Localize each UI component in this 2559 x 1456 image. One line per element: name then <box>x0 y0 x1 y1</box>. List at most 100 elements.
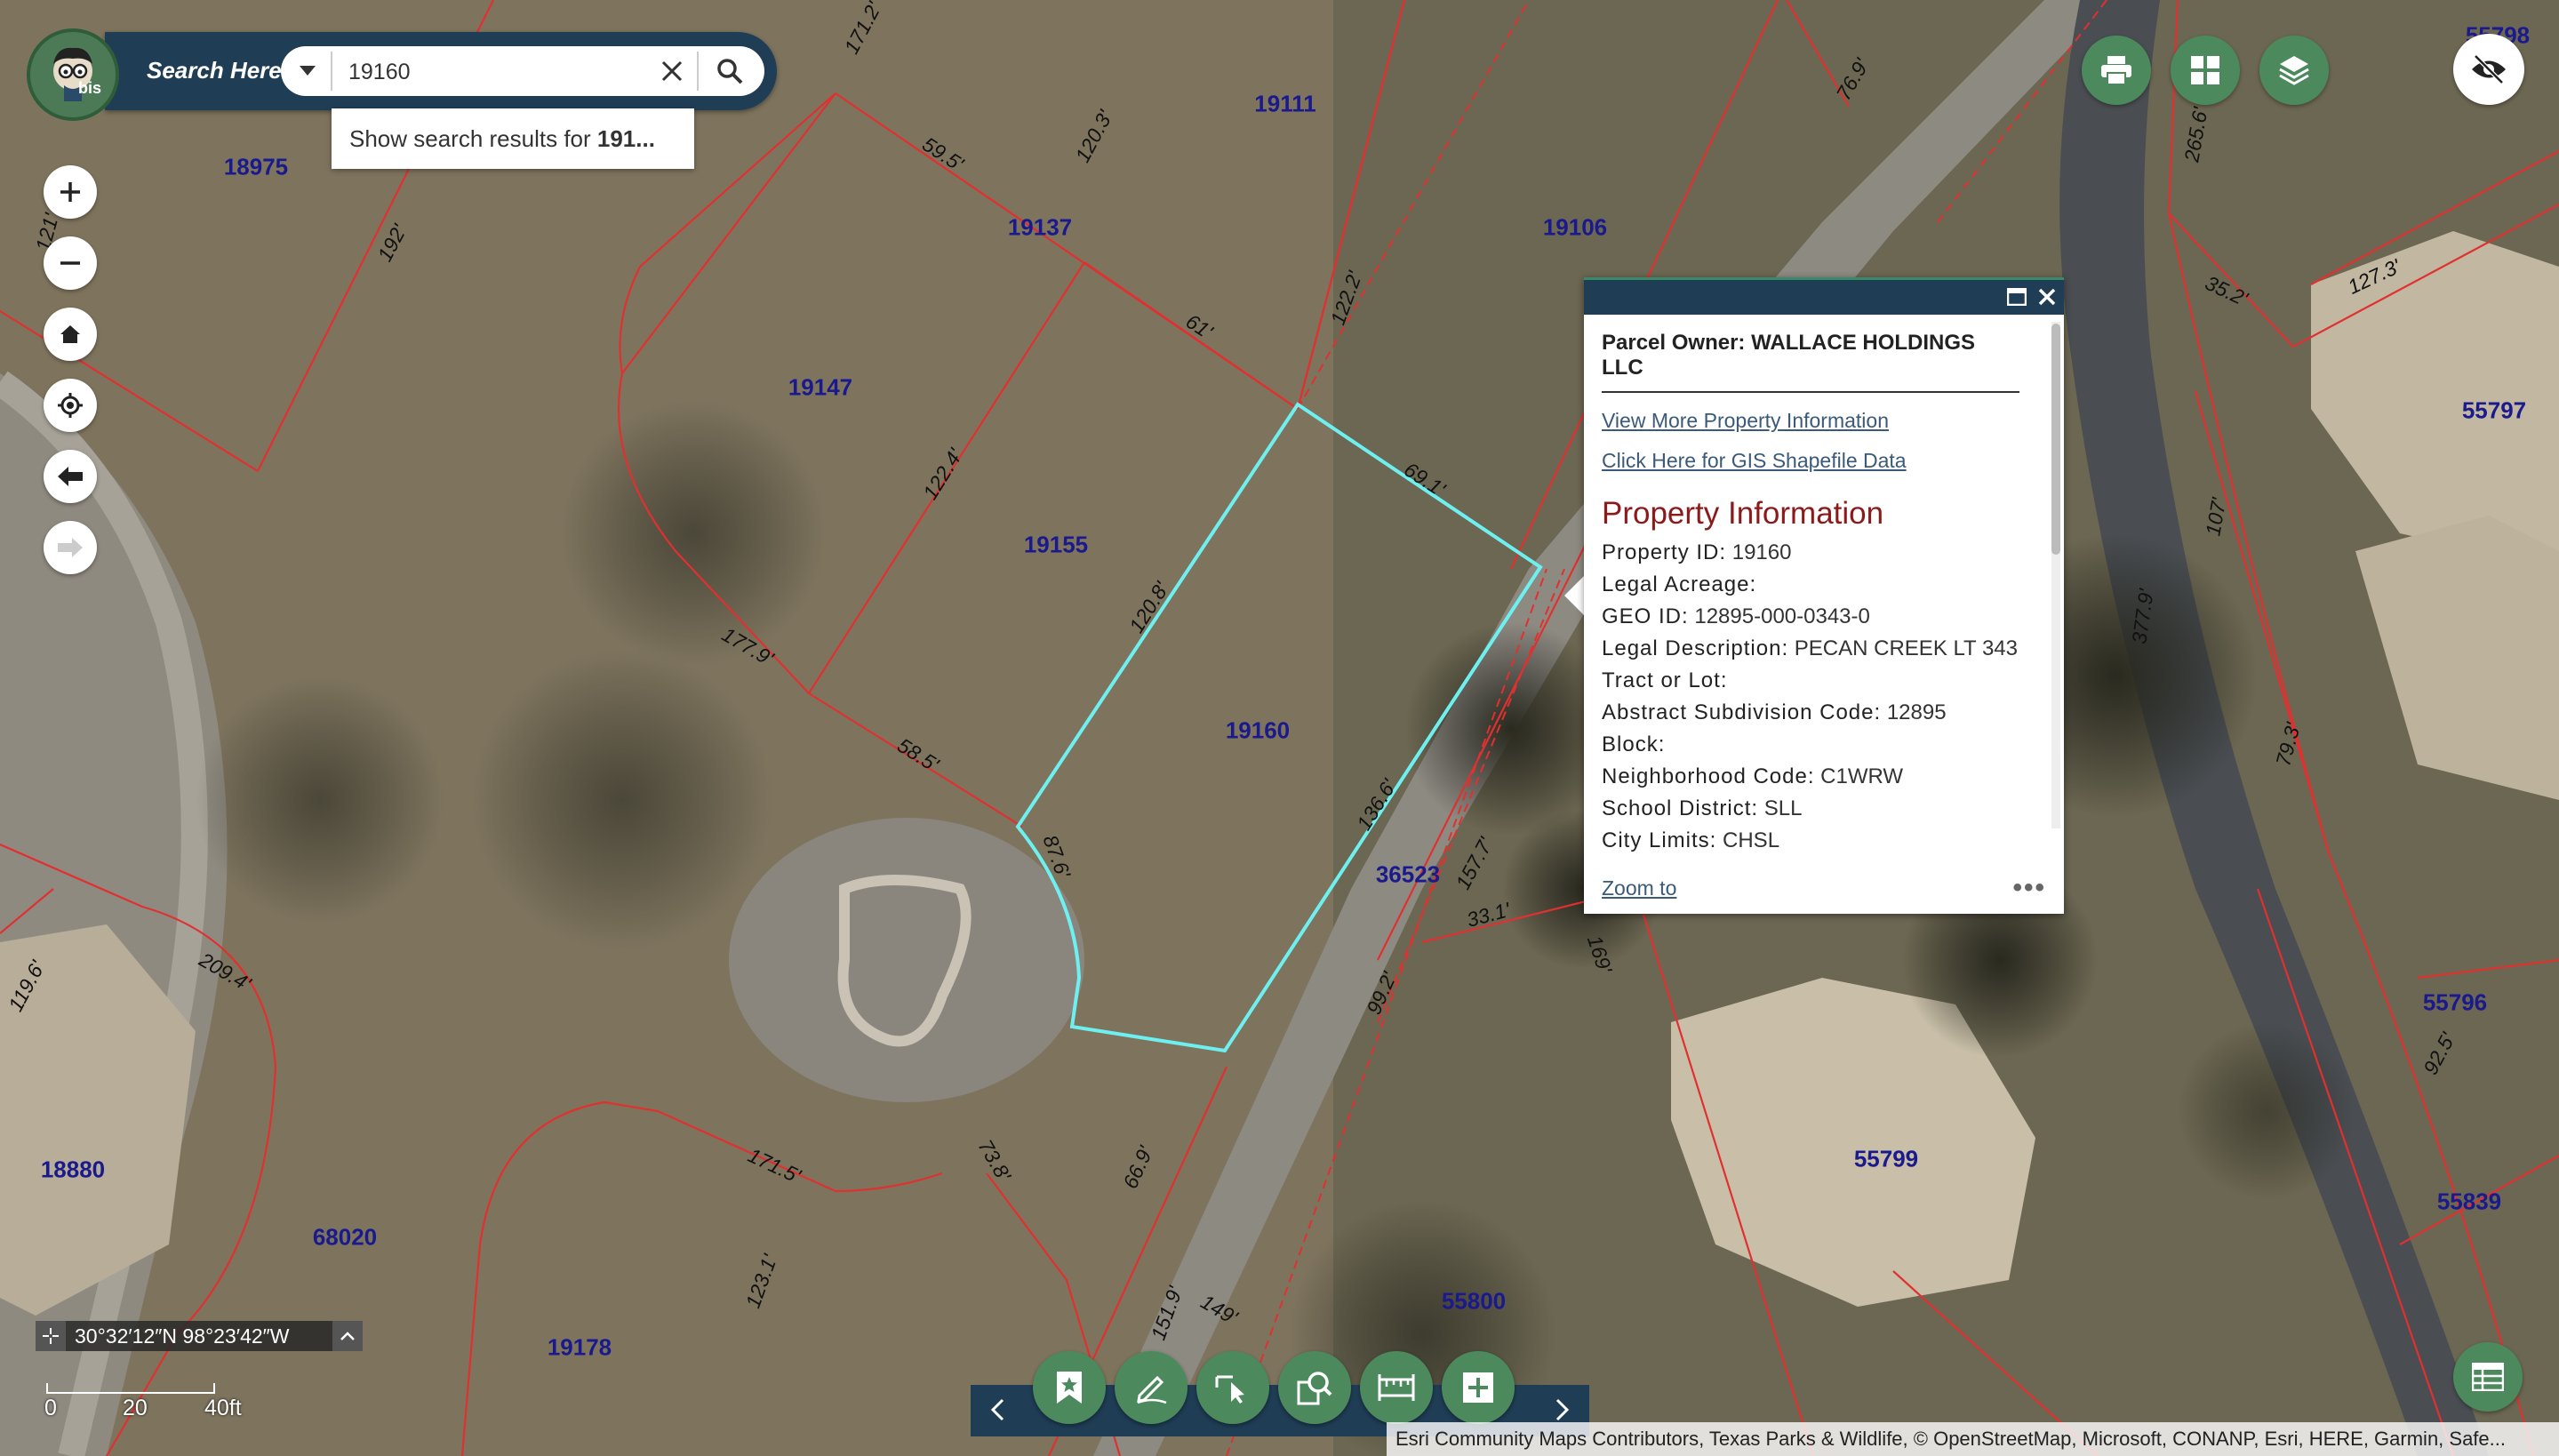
field-row: GEO ID: 12895-000-0343-0 <box>1602 604 1870 628</box>
coordinate-expand-button[interactable] <box>332 1321 363 1351</box>
parcel-popup: Parcel Owner: WALLACE HOLDINGS LLC View … <box>1584 277 2064 914</box>
select-icon <box>1215 1375 1244 1404</box>
chevron-left-icon <box>990 1398 1004 1421</box>
parcel-label: 55799 <box>1853 1145 1919 1172</box>
search-divider <box>331 52 332 91</box>
field-row: Abstract Subdivision Code: 12895 <box>1602 700 1947 724</box>
zoom-out-button[interactable] <box>44 236 97 290</box>
crosshair-toggle[interactable] <box>36 1321 66 1351</box>
parcel-label: 19155 <box>1023 531 1089 558</box>
attribute-table-button[interactable] <box>2453 1342 2523 1412</box>
home-button[interactable] <box>44 308 97 361</box>
locate-button[interactable] <box>44 379 97 432</box>
search-icon <box>717 59 743 84</box>
query-tool-button[interactable] <box>1278 1351 1351 1424</box>
table-icon <box>2472 1363 2504 1391</box>
field-row: Legal Acreage: <box>1602 572 1757 596</box>
parcel-label: 55797 <box>2461 396 2527 424</box>
query-icon <box>1297 1372 1332 1405</box>
field-row: School District: SLL <box>1602 796 1803 820</box>
parcel-label: 55839 <box>2436 1188 2502 1215</box>
popup-body: Parcel Owner: WALLACE HOLDINGS LLC View … <box>1602 331 2046 864</box>
measure-icon <box>1378 1374 1415 1401</box>
field-row: City Limits: CHSL <box>1602 828 1780 852</box>
locate-icon <box>58 393 83 418</box>
scale-bar <box>46 1383 215 1394</box>
zoom-out-icon <box>60 261 80 265</box>
search-divider <box>697 52 699 91</box>
popup-footer: Zoom to ••• <box>1602 873 2046 908</box>
more-actions-icon[interactable]: ••• <box>2012 873 2046 903</box>
field-row: Neighborhood Code: C1WRW <box>1602 764 1904 788</box>
toolbar-prev-button[interactable] <box>980 1392 1015 1428</box>
draw-icon <box>1137 1375 1167 1404</box>
parcel-label: 36523 <box>1375 860 1441 888</box>
bookmark-tool-button[interactable] <box>1033 1351 1106 1424</box>
parcel-label: 19111 <box>1254 90 1316 117</box>
home-icon <box>60 325 80 343</box>
parcel-label: 55800 <box>1441 1287 1507 1315</box>
popup-header <box>1584 277 2064 315</box>
field-row: Tract or Lot: <box>1602 668 1728 692</box>
basemap-grid-icon <box>2191 56 2219 84</box>
parcel-label: 18880 <box>40 1156 106 1183</box>
eye-slash-icon <box>2472 54 2506 84</box>
suggestion-prefix: Show search results for <box>349 124 597 152</box>
map-attribution[interactable]: Esri Community Maps Contributors, Texas … <box>1387 1422 2559 1456</box>
chevron-up-icon <box>340 1332 355 1340</box>
draw-tool-button[interactable] <box>1115 1351 1188 1424</box>
search-label: Search Here: <box>147 57 290 84</box>
popup-scroll-thumb[interactable] <box>2051 324 2060 555</box>
measure-tool-button[interactable] <box>1360 1351 1433 1424</box>
popup-pointer <box>1564 576 1584 615</box>
parcel-label: 19137 <box>1007 213 1073 241</box>
clear-search-button[interactable] <box>652 52 692 91</box>
search-source-dropdown[interactable] <box>288 52 327 91</box>
next-extent-button[interactable] <box>44 521 97 574</box>
add-data-icon <box>1463 1372 1493 1403</box>
close-icon <box>661 60 683 82</box>
basemap-gallery-button[interactable] <box>2171 36 2240 105</box>
parcel-label-selected: 19160 <box>1225 716 1291 744</box>
scale-label: 20 <box>123 1396 148 1420</box>
zoom-to-link[interactable]: Zoom to <box>1602 876 1676 900</box>
caret-down-icon <box>300 66 316 76</box>
chevron-right-icon <box>1555 1398 1570 1421</box>
parcel-label: 19106 <box>1542 213 1608 241</box>
app-logo[interactable]: bis <box>27 28 119 121</box>
layers-icon <box>2279 56 2309 85</box>
forward-arrow-icon <box>58 538 83 557</box>
parcel-owner: Parcel Owner: WALLACE HOLDINGS LLC <box>1602 331 2019 393</box>
search-button[interactable] <box>708 52 752 91</box>
coordinate-text: 30°32′12″N 98°23′42″W <box>75 1324 290 1348</box>
coordinate-readout: 30°32′12″N 98°23′42″W <box>36 1321 363 1351</box>
view-more-link[interactable]: View More Property Information <box>1602 409 2046 433</box>
logo-icon <box>53 47 92 101</box>
search-suggestion[interactable]: Show search results for 191... <box>332 108 694 169</box>
scale-label: 0 <box>44 1396 57 1420</box>
print-icon <box>2101 56 2131 85</box>
field-row: Legal Description: PECAN CREEK LT 343 <box>1602 636 2018 660</box>
gis-shapefile-link[interactable]: Click Here for GIS Shapefile Data <box>1602 449 2046 473</box>
zoom-in-icon <box>60 182 80 202</box>
parcel-label: 68020 <box>312 1223 378 1251</box>
print-button[interactable] <box>2082 36 2151 105</box>
parcel-label: 19147 <box>788 373 853 401</box>
owner-label: Parcel Owner: <box>1602 331 1746 355</box>
zoom-in-button[interactable] <box>44 165 97 219</box>
maximize-icon <box>2007 288 2027 306</box>
layers-button[interactable] <box>2259 36 2329 105</box>
add-data-tool-button[interactable] <box>1442 1351 1515 1424</box>
parcel-label: 19178 <box>547 1333 612 1361</box>
maximize-button[interactable] <box>2005 285 2028 308</box>
logo-text: bis <box>77 79 101 97</box>
crosshair-icon <box>43 1328 59 1344</box>
suggestion-term: 191... <box>596 124 655 152</box>
field-row: Block: <box>1602 732 1666 756</box>
bookmark-icon <box>1057 1372 1082 1404</box>
popup-close-button[interactable] <box>2035 285 2059 308</box>
search-input[interactable] <box>347 53 644 91</box>
previous-extent-button[interactable] <box>44 450 97 503</box>
select-tool-button[interactable] <box>1196 1351 1269 1424</box>
toggle-ui-button[interactable] <box>2453 34 2524 105</box>
